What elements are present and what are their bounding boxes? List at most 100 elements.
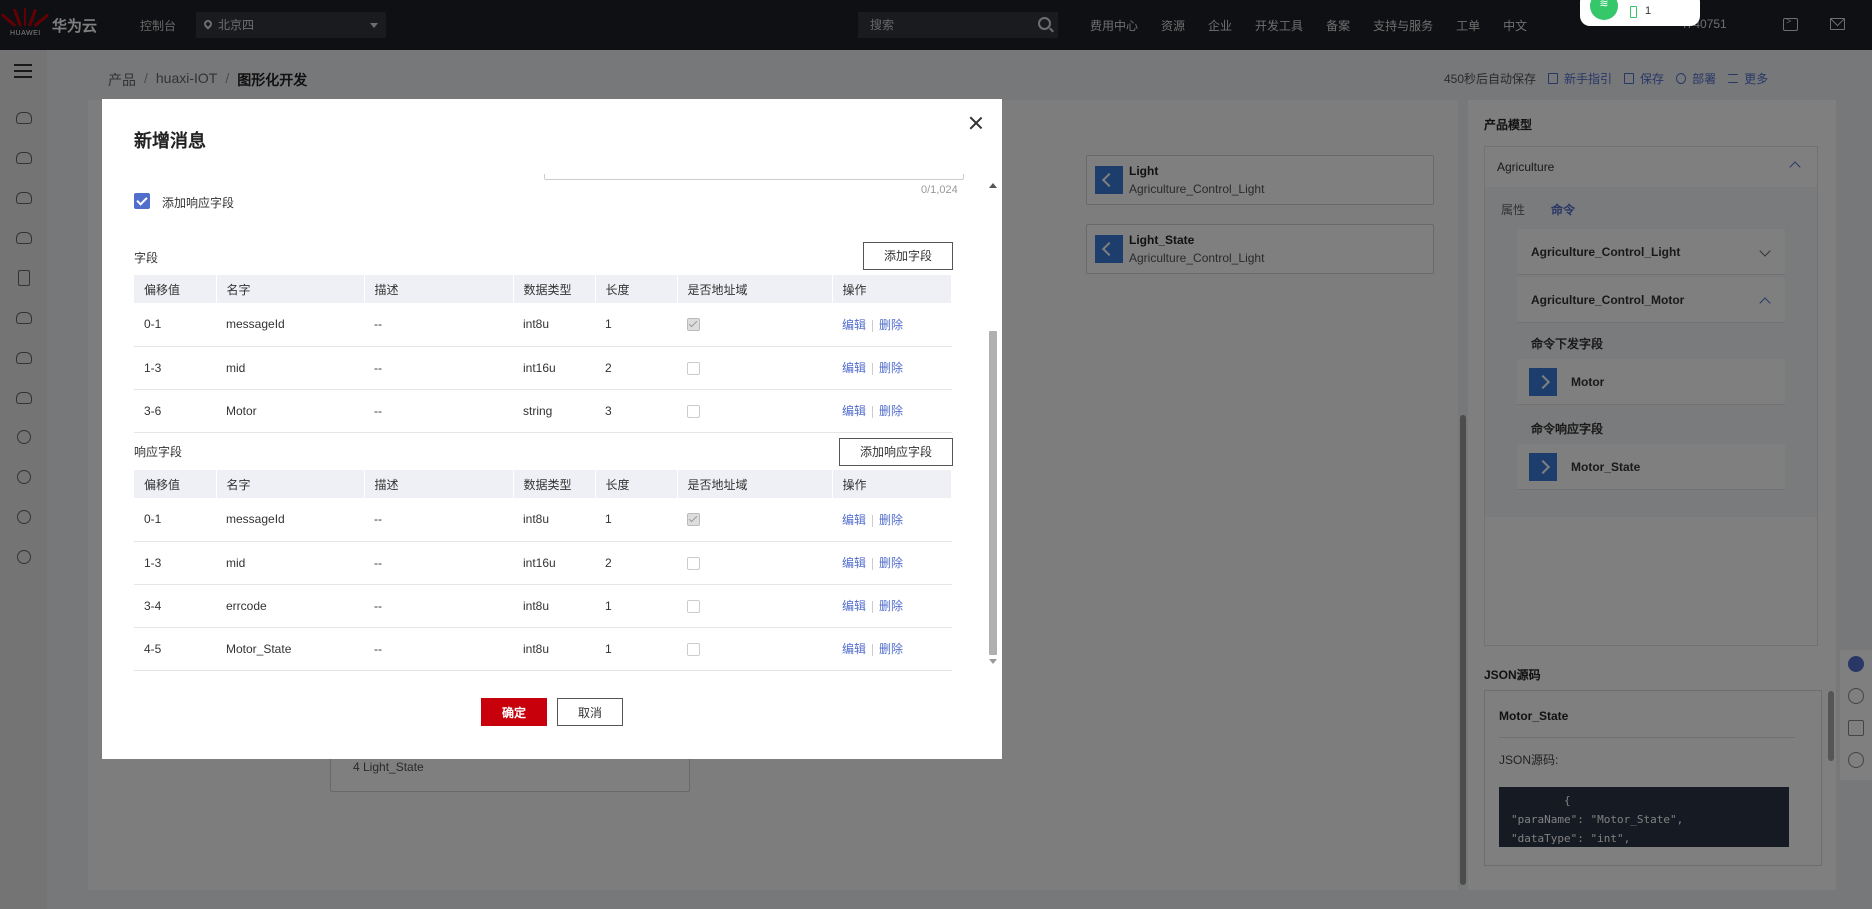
col-actions: 操作 — [832, 470, 952, 498]
cell-length: 2 — [595, 541, 677, 585]
cell-name: errcode — [216, 584, 364, 628]
fields-table: 偏移值 名字 描述 数据类型 长度 是否地址域 操作 0-1 messageId -… — [134, 275, 952, 433]
divider — [872, 405, 874, 418]
wifi-count: 1 — [1645, 5, 1652, 17]
address-checkbox — [687, 318, 700, 332]
confirm-button[interactable]: 确定 — [481, 698, 547, 726]
edit-link[interactable]: 编辑 — [842, 513, 866, 527]
table-row: 0-1 messageId -- int8u 1 编辑 删除 — [134, 498, 952, 542]
battery-icon — [1630, 6, 1637, 18]
char-count: 0/1,024 — [921, 184, 958, 196]
cell-actions: 编辑 删除 — [832, 303, 952, 347]
delete-link[interactable]: 删除 — [879, 599, 903, 613]
cell-address — [677, 584, 832, 628]
delete-link[interactable]: 删除 — [879, 642, 903, 656]
cell-length: 3 — [595, 389, 677, 433]
divider — [872, 514, 874, 527]
delete-link[interactable]: 删除 — [879, 318, 903, 332]
scroll-up-arrow[interactable] — [989, 183, 997, 188]
col-desc: 描述 — [364, 275, 514, 303]
cell-length: 1 — [595, 584, 677, 628]
delete-link[interactable]: 删除 — [879, 404, 903, 418]
delete-link[interactable]: 删除 — [879, 513, 903, 527]
cell-actions: 编辑 删除 — [832, 389, 952, 433]
table-row: 1-3 mid -- int16u 2 编辑 删除 — [134, 346, 952, 390]
address-checkbox[interactable] — [687, 642, 700, 656]
table-row: 3-4 errcode -- int8u 1 编辑 删除 — [134, 584, 952, 628]
cell-desc: -- — [364, 498, 513, 542]
table-row: 0-1 messageId -- int8u 1 编辑 删除 — [134, 303, 952, 347]
cell-address — [677, 303, 832, 347]
cell-actions: 编辑 删除 — [832, 498, 952, 542]
edit-link[interactable]: 编辑 — [842, 642, 866, 656]
col-actions: 操作 — [832, 275, 952, 303]
scroll-down-arrow[interactable] — [989, 659, 997, 664]
col-address: 是否地址域 — [677, 275, 833, 303]
cell-offset: 3-4 — [134, 584, 216, 628]
dialog-title: 新增消息 — [134, 131, 206, 151]
cell-type: int8u — [513, 498, 595, 542]
cell-desc: -- — [364, 389, 513, 433]
wifi-icon: ≋ — [1590, 0, 1618, 20]
cell-offset: 0-1 — [134, 303, 216, 347]
cell-actions: 编辑 删除 — [832, 541, 952, 585]
cell-type: int16u — [513, 346, 595, 390]
add-resp-field-button[interactable]: 添加响应字段 — [839, 438, 953, 466]
address-checkbox[interactable] — [687, 404, 700, 418]
resp-section-label: 响应字段 — [134, 445, 183, 459]
edit-link[interactable]: 编辑 — [842, 318, 866, 332]
cell-actions: 编辑 删除 — [832, 346, 952, 390]
cell-offset: 3-6 — [134, 389, 216, 433]
add-field-button[interactable]: 添加字段 — [863, 242, 953, 270]
cell-desc: -- — [364, 541, 513, 585]
cancel-button[interactable]: 取消 — [557, 698, 623, 726]
delete-link[interactable]: 删除 — [879, 361, 903, 375]
cell-desc: -- — [364, 627, 513, 671]
edit-link[interactable]: 编辑 — [842, 599, 866, 613]
fields-section-label: 字段 — [134, 251, 159, 265]
col-type: 数据类型 — [513, 275, 596, 303]
cell-name: mid — [216, 541, 364, 585]
cell-length: 2 — [595, 346, 677, 390]
address-checkbox[interactable] — [687, 599, 700, 613]
col-name: 名字 — [216, 470, 365, 498]
edit-link[interactable]: 编辑 — [842, 361, 866, 375]
cell-desc: -- — [364, 346, 513, 390]
cell-name: mid — [216, 346, 364, 390]
delete-link[interactable]: 删除 — [879, 556, 903, 570]
divider — [872, 362, 874, 375]
address-checkbox[interactable] — [687, 361, 700, 375]
edit-link[interactable]: 编辑 — [842, 404, 866, 418]
col-address: 是否地址域 — [677, 470, 833, 498]
col-offset: 偏移值 — [134, 470, 217, 498]
address-checkbox — [687, 513, 700, 527]
close-icon[interactable] — [968, 115, 984, 131]
add-response-checkbox[interactable] — [134, 193, 150, 209]
cell-address — [677, 627, 832, 671]
resp-fields-table: 偏移值 名字 描述 数据类型 长度 是否地址域 操作 0-1 messageId -… — [134, 470, 952, 671]
cell-length: 1 — [595, 498, 677, 542]
table-row: 1-3 mid -- int16u 2 编辑 删除 — [134, 541, 952, 585]
cell-actions: 编辑 删除 — [832, 627, 952, 671]
table-header: 偏移值 名字 描述 数据类型 长度 是否地址域 操作 — [134, 470, 952, 498]
col-length: 长度 — [595, 275, 678, 303]
cell-actions: 编辑 删除 — [832, 584, 952, 628]
address-checkbox[interactable] — [687, 556, 700, 570]
cell-type: int8u — [513, 627, 595, 671]
divider — [872, 643, 874, 656]
dialog-scrollbar[interactable] — [989, 331, 997, 655]
cell-type: int8u — [513, 584, 595, 628]
col-offset: 偏移值 — [134, 275, 217, 303]
edit-link[interactable]: 编辑 — [842, 556, 866, 570]
description-textarea[interactable] — [544, 174, 964, 180]
cell-address — [677, 498, 832, 542]
cell-type: int16u — [513, 541, 595, 585]
divider — [872, 557, 874, 570]
cell-name: messageId — [216, 498, 364, 542]
col-name: 名字 — [216, 275, 365, 303]
cell-address — [677, 541, 832, 585]
cell-desc: -- — [364, 303, 513, 347]
cell-name: Motor — [216, 389, 364, 433]
cell-name: messageId — [216, 303, 364, 347]
table-header: 偏移值 名字 描述 数据类型 长度 是否地址域 操作 — [134, 275, 952, 303]
